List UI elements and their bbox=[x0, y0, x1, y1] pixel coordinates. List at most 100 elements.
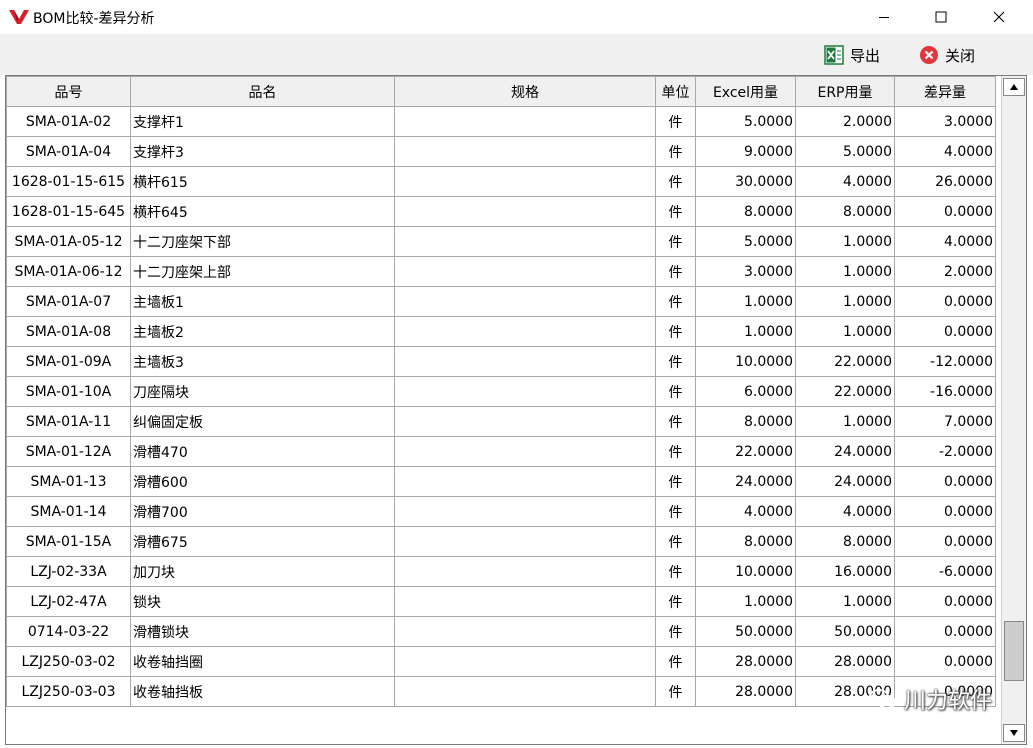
cell-code[interactable]: LZJ250-03-02 bbox=[6, 646, 131, 677]
cell-excel-qty[interactable]: 3.0000 bbox=[695, 256, 796, 287]
cell-spec[interactable] bbox=[394, 136, 656, 167]
cell-diff-qty[interactable]: 0.0000 bbox=[894, 616, 996, 647]
cell-code[interactable]: SMA-01A-07 bbox=[6, 286, 131, 317]
cell-diff-qty[interactable]: 4.0000 bbox=[894, 136, 996, 167]
cell-diff-qty[interactable]: 0.0000 bbox=[894, 196, 996, 227]
column-header-name[interactable]: 品名 bbox=[130, 76, 395, 107]
column-header-code[interactable]: 品号 bbox=[6, 76, 131, 107]
table-row[interactable]: SMA-01A-08 主墙板2 件 1.0000 1.0000 0.0000 bbox=[6, 316, 996, 347]
table-row[interactable]: LZJ250-03-03 收卷轴挡板件 28.0000 28.0000 0.0000 bbox=[6, 676, 996, 707]
cell-excel-qty[interactable]: 9.0000 bbox=[695, 136, 796, 167]
cell-code[interactable]: SMA-01A-02 bbox=[6, 106, 131, 137]
cell-erp-qty[interactable]: 8.0000 bbox=[795, 526, 895, 557]
cell-excel-qty[interactable]: 28.0000 bbox=[695, 646, 796, 677]
scroll-down-button[interactable] bbox=[1003, 724, 1025, 742]
cell-excel-qty[interactable]: 28.0000 bbox=[695, 676, 796, 707]
cell-spec[interactable] bbox=[394, 526, 656, 557]
maximize-button[interactable] bbox=[912, 0, 970, 34]
scroll-thumb[interactable] bbox=[1004, 621, 1024, 681]
table-row[interactable]: SMA-01-14 滑槽700 件 4.0000 4.0000 0.0000 bbox=[6, 496, 996, 527]
cell-unit[interactable]: 件 bbox=[655, 646, 696, 677]
cell-diff-qty[interactable]: -2.0000 bbox=[894, 436, 996, 467]
cell-code[interactable]: SMA-01A-06-12 bbox=[6, 256, 131, 287]
table-row[interactable]: SMA-01A-05-12 十二刀座架下部 件 5.0000 1.0000 4.0000 bbox=[6, 226, 996, 257]
cell-unit[interactable]: 件 bbox=[655, 586, 696, 617]
cell-spec[interactable] bbox=[394, 376, 656, 407]
cell-name[interactable]: 十二刀座架下部 bbox=[130, 226, 395, 257]
cell-erp-qty[interactable]: 1.0000 bbox=[795, 406, 895, 437]
cell-spec[interactable] bbox=[394, 226, 656, 257]
cell-spec[interactable] bbox=[394, 556, 656, 587]
cell-erp-qty[interactable]: 1.0000 bbox=[795, 256, 895, 287]
table-row[interactable]: LZJ250-03-02 收卷轴挡圈件 28.0000 28.0000 0.0000 bbox=[6, 646, 996, 677]
cell-name[interactable]: 收卷轴挡圈 bbox=[130, 646, 395, 677]
minimize-button[interactable] bbox=[855, 0, 913, 34]
cell-diff-qty[interactable]: 7.0000 bbox=[894, 406, 996, 437]
cell-excel-qty[interactable]: 50.0000 bbox=[695, 616, 796, 647]
cell-spec[interactable] bbox=[394, 586, 656, 617]
cell-name[interactable]: 滑槽锁块 bbox=[130, 616, 395, 647]
cell-excel-qty[interactable]: 5.0000 bbox=[695, 106, 796, 137]
cell-erp-qty[interactable]: 50.0000 bbox=[795, 616, 895, 647]
cell-unit[interactable]: 件 bbox=[655, 406, 696, 437]
column-header-erp-qty[interactable]: ERP用量 bbox=[795, 76, 895, 107]
cell-diff-qty[interactable]: 3.0000 bbox=[894, 106, 996, 137]
cell-unit[interactable]: 件 bbox=[655, 286, 696, 317]
cell-code[interactable]: SMA-01A-04 bbox=[6, 136, 131, 167]
cell-diff-qty[interactable]: -16.0000 bbox=[894, 376, 996, 407]
cell-diff-qty[interactable]: 4.0000 bbox=[894, 226, 996, 257]
cell-excel-qty[interactable]: 10.0000 bbox=[695, 346, 796, 377]
cell-spec[interactable] bbox=[394, 406, 656, 437]
cell-spec[interactable] bbox=[394, 196, 656, 227]
scroll-up-button[interactable] bbox=[1003, 78, 1025, 96]
cell-unit[interactable]: 件 bbox=[655, 166, 696, 197]
cell-name[interactable]: 滑槽600 bbox=[130, 466, 395, 497]
close-button[interactable]: 关闭 bbox=[919, 42, 975, 68]
cell-spec[interactable] bbox=[394, 256, 656, 287]
cell-name[interactable]: 横杆645 bbox=[130, 196, 395, 227]
cell-spec[interactable] bbox=[394, 496, 656, 527]
cell-erp-qty[interactable]: 24.0000 bbox=[795, 436, 895, 467]
cell-diff-qty[interactable]: 26.0000 bbox=[894, 166, 996, 197]
table-row[interactable]: SMA-01-13 滑槽600 件 24.0000 24.0000 0.0000 bbox=[6, 466, 996, 497]
cell-unit[interactable]: 件 bbox=[655, 106, 696, 137]
cell-erp-qty[interactable]: 8.0000 bbox=[795, 196, 895, 227]
cell-diff-qty[interactable]: 0.0000 bbox=[894, 286, 996, 317]
cell-excel-qty[interactable]: 1.0000 bbox=[695, 286, 796, 317]
cell-excel-qty[interactable]: 8.0000 bbox=[695, 526, 796, 557]
cell-excel-qty[interactable]: 1.0000 bbox=[695, 586, 796, 617]
cell-code[interactable]: SMA-01A-11 bbox=[6, 406, 131, 437]
cell-name[interactable]: 滑槽700 bbox=[130, 496, 395, 527]
table-row[interactable]: SMA-01A-06-12 十二刀座架上部 件 3.0000 1.0000 2.0000 bbox=[6, 256, 996, 287]
cell-spec[interactable] bbox=[394, 286, 656, 317]
cell-unit[interactable]: 件 bbox=[655, 226, 696, 257]
cell-code[interactable]: LZJ-02-47A bbox=[6, 586, 131, 617]
cell-erp-qty[interactable]: 16.0000 bbox=[795, 556, 895, 587]
cell-unit[interactable]: 件 bbox=[655, 256, 696, 287]
table-row[interactable]: SMA-01-10A 刀座隔块 件 6.0000 22.0000 -16.0000 bbox=[6, 376, 996, 407]
cell-code[interactable]: SMA-01-10A bbox=[6, 376, 131, 407]
table-row[interactable]: SMA-01-09A 主墙板3 件 10.0000 22.0000 -12.0000 bbox=[6, 346, 996, 377]
table-row[interactable]: SMA-01-15A 滑槽675 件 8.0000 8.0000 0.0000 bbox=[6, 526, 996, 557]
cell-unit[interactable]: 件 bbox=[655, 316, 696, 347]
cell-name[interactable]: 滑槽470 bbox=[130, 436, 395, 467]
cell-code[interactable]: 1628-01-15-645 bbox=[6, 196, 131, 227]
cell-erp-qty[interactable]: 4.0000 bbox=[795, 166, 895, 197]
cell-name[interactable]: 锁块 bbox=[130, 586, 395, 617]
cell-code[interactable]: SMA-01-09A bbox=[6, 346, 131, 377]
title-bar[interactable]: BOM比较-差异分析 bbox=[0, 0, 1033, 35]
cell-code[interactable]: 0714-03-22 bbox=[6, 616, 131, 647]
cell-code[interactable]: SMA-01-12A bbox=[6, 436, 131, 467]
cell-unit[interactable]: 件 bbox=[655, 616, 696, 647]
cell-diff-qty[interactable]: 0.0000 bbox=[894, 496, 996, 527]
cell-erp-qty[interactable]: 2.0000 bbox=[795, 106, 895, 137]
table-row[interactable]: SMA-01A-11 纠偏固定板 件 8.0000 1.0000 7.0000 bbox=[6, 406, 996, 437]
cell-spec[interactable] bbox=[394, 316, 656, 347]
cell-excel-qty[interactable]: 22.0000 bbox=[695, 436, 796, 467]
cell-unit[interactable]: 件 bbox=[655, 526, 696, 557]
cell-unit[interactable]: 件 bbox=[655, 136, 696, 167]
cell-erp-qty[interactable]: 1.0000 bbox=[795, 226, 895, 257]
cell-spec[interactable] bbox=[394, 346, 656, 377]
column-header-unit[interactable]: 单位 bbox=[655, 76, 696, 107]
cell-unit[interactable]: 件 bbox=[655, 346, 696, 377]
